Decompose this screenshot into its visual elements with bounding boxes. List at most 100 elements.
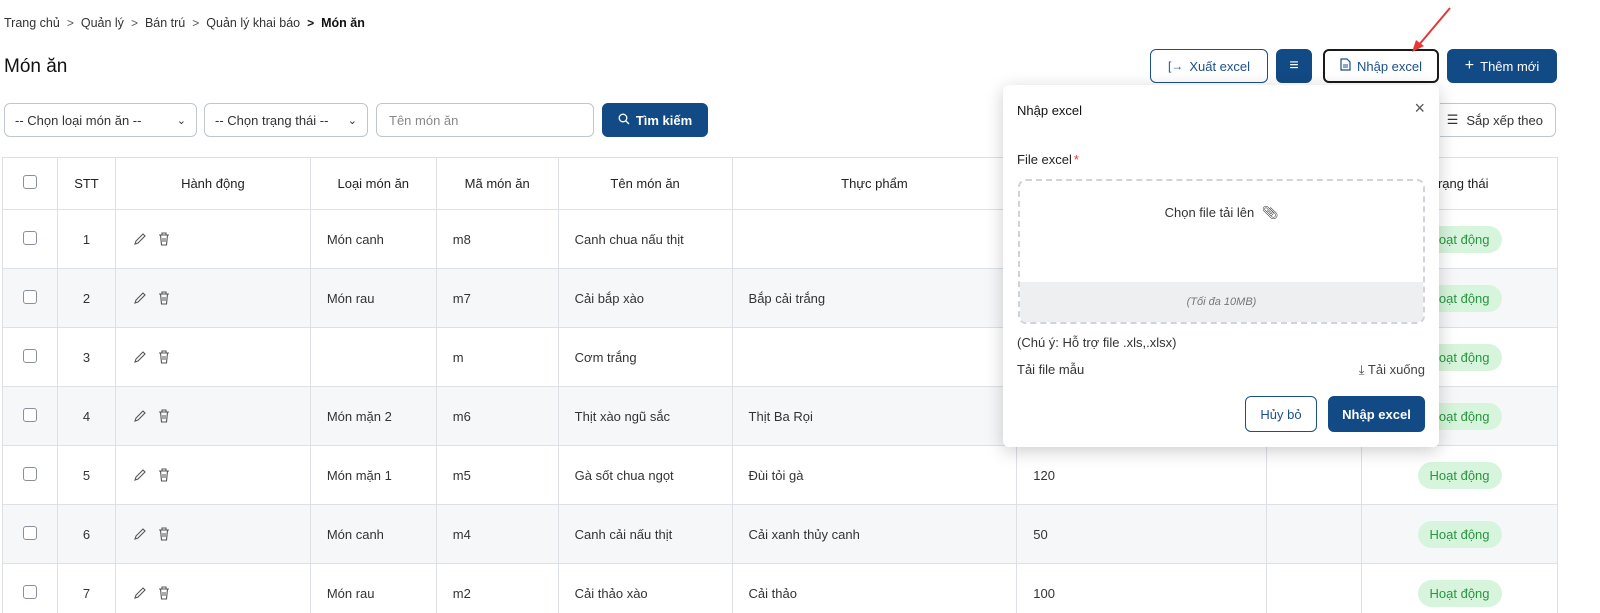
header-ingredient: Thực phẩm <box>731 157 1018 210</box>
dropzone-text-wrap: Chọn file tải lên 📎︎ <box>1020 205 1423 221</box>
row-code: m4 <box>435 504 559 564</box>
import-excel-button[interactable]: Nhập excel <box>1323 49 1439 83</box>
edit-icon[interactable] <box>132 526 148 542</box>
row-ingredient: Cải xanh thủy canh <box>731 504 1018 564</box>
row-type: Món mặn 2 <box>309 386 437 446</box>
file-dropzone[interactable]: Chọn file tải lên 📎︎ (Tối đa 10MB) <box>1018 179 1425 324</box>
import-excel-label: Nhập excel <box>1356 58 1423 74</box>
row-checkbox[interactable] <box>22 525 37 540</box>
breadcrumb-boarding[interactable]: Bán trú <box>145 16 185 30</box>
annotation-arrow-icon <box>1412 7 1451 52</box>
row-ingredient <box>731 209 1018 269</box>
row-name: Cải thảo xào <box>557 563 733 613</box>
sort-button[interactable]: ☰ Sắp xếp theo <box>1440 103 1556 137</box>
export-excel-button[interactable]: [→ Xuất excel <box>1150 49 1268 83</box>
select-all-cell <box>2 157 58 210</box>
select-all-checkbox[interactable] <box>22 175 37 189</box>
trash-icon[interactable] <box>156 349 172 365</box>
row-name: Gà sốt chua ngọt <box>557 445 733 505</box>
trash-icon[interactable] <box>156 290 172 306</box>
file-icon <box>1340 58 1351 74</box>
row-code: m <box>435 327 559 387</box>
chevron-down-icon: ⌄ <box>176 114 186 127</box>
trash-icon[interactable] <box>156 467 172 483</box>
trash-icon[interactable] <box>156 408 172 424</box>
row-quantity: 120 <box>1016 445 1268 505</box>
import-excel-modal: Nhập excel × File excel * Chọn file tải l… <box>1003 85 1439 447</box>
chevron-down-icon: ⌄ <box>347 114 357 127</box>
row-stt: 5 <box>56 445 116 505</box>
row-code: m6 <box>435 386 559 446</box>
breadcrumb-separator-icon: > <box>192 16 200 30</box>
close-icon[interactable]: × <box>1414 98 1425 119</box>
row-stt: 6 <box>56 504 116 564</box>
row-checkbox[interactable] <box>22 584 37 599</box>
template-label: Tải file mẫu <box>1017 362 1085 377</box>
status-select[interactable]: -- Chọn trạng thái -- ⌄ <box>204 103 368 137</box>
row-checkbox[interactable] <box>22 230 37 245</box>
row-quantity: 100 <box>1016 563 1268 613</box>
food-type-select-value: -- Chọn loại món ăn -- <box>15 112 142 128</box>
row-checkbox[interactable] <box>22 289 37 304</box>
row-type: Món canh <box>309 504 437 564</box>
row-checkbox[interactable] <box>22 466 37 481</box>
header-code: Mã món ăn <box>435 157 559 210</box>
template-download-label: Tải xuống <box>1367 362 1425 377</box>
status-badge: Hoạt động <box>1417 461 1502 489</box>
food-name-search-input[interactable] <box>376 103 594 137</box>
row-type: Món canh <box>309 209 437 269</box>
row-type <box>309 327 437 387</box>
table-row: 5 Món mặn 1 m5 Gà sốt chua ngọt Đùi tỏi … <box>2 445 1558 505</box>
dropzone-text: Chọn file tải lên <box>1164 205 1255 220</box>
trash-icon[interactable] <box>156 231 172 247</box>
menu-button[interactable]: ≡ <box>1276 49 1312 83</box>
breadcrumb-declaration[interactable]: Quản lý khai báo <box>206 16 300 30</box>
sort-icon: ☰ <box>1446 112 1459 127</box>
trash-icon[interactable] <box>156 526 172 542</box>
row-type: Món rau <box>309 268 437 328</box>
edit-icon[interactable] <box>132 290 148 306</box>
cancel-button[interactable]: Hủy bỏ <box>1245 396 1317 432</box>
food-type-select[interactable]: -- Chọn loại món ăn -- ⌄ <box>4 103 197 137</box>
edit-icon[interactable] <box>132 585 148 601</box>
row-checkbox[interactable] <box>22 348 37 363</box>
search-button[interactable]: Tìm kiếm <box>602 103 708 137</box>
add-new-button[interactable]: + Thêm mới <box>1447 49 1557 83</box>
edit-icon[interactable] <box>132 231 148 247</box>
breadcrumb-separator-icon: > <box>66 16 74 30</box>
edit-icon[interactable] <box>132 349 148 365</box>
row-checkbox[interactable] <box>22 407 37 422</box>
row-name: Cơm trắng <box>557 327 733 387</box>
file-excel-label: File excel * <box>1017 152 1079 167</box>
breadcrumb-separator-icon: > <box>307 16 315 30</box>
row-code: m2 <box>435 563 559 613</box>
row-stt: 2 <box>56 268 116 328</box>
row-name: Canh cải nấu thịt <box>557 504 733 564</box>
row-stt: 4 <box>56 386 116 446</box>
breadcrumb-home[interactable]: Trang chủ <box>4 16 60 30</box>
file-format-note: (Chú ý: Hỗ trợ file .xls,.xlsx) <box>1017 335 1177 350</box>
export-icon: [→ <box>1167 59 1184 73</box>
table-row: 6 Món canh m4 Canh cải nấu thịt Cải xanh… <box>2 504 1558 564</box>
modal-title: Nhập excel <box>1017 103 1083 118</box>
required-mark: * <box>1073 152 1079 167</box>
row-name: Thịt xào ngũ sắc <box>557 386 733 446</box>
paperclip-icon: 📎︎ <box>1261 205 1279 220</box>
table-row: 7 Món rau m2 Cải thảo xào Cải thảo 100 H… <box>2 563 1558 613</box>
status-badge: Hoạt động <box>1417 579 1502 607</box>
row-type: Món mặn 1 <box>309 445 437 505</box>
confirm-import-button[interactable]: Nhập excel <box>1328 396 1425 432</box>
row-ingredient: Thịt Ba Rọi <box>731 386 1018 446</box>
template-download-link[interactable]: ⤓ Tải xuống <box>1359 362 1425 378</box>
download-icon: ⤓ <box>1358 362 1365 377</box>
edit-icon[interactable] <box>132 467 148 483</box>
row-name: Cải bắp xào <box>557 268 733 328</box>
breadcrumb-current: Món ăn <box>321 16 365 30</box>
breadcrumb-separator-icon: > <box>130 16 138 30</box>
row-type: Món rau <box>309 563 437 613</box>
breadcrumb-manage[interactable]: Quản lý <box>81 16 124 30</box>
trash-icon[interactable] <box>156 585 172 601</box>
row-quantity: 50 <box>1016 504 1268 564</box>
edit-icon[interactable] <box>132 408 148 424</box>
row-ingredient: Bắp cải trắng <box>731 268 1018 328</box>
